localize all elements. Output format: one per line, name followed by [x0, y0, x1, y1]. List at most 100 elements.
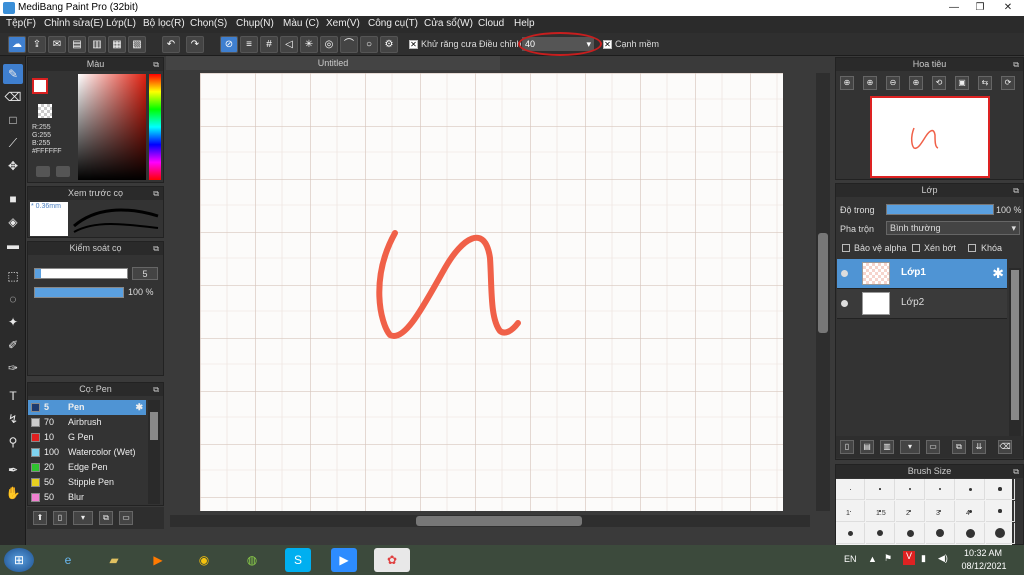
saturation-value-picker[interactable] — [78, 74, 146, 180]
brush-list-item[interactable]: 50 Stipple Pen — [28, 475, 146, 490]
brush-size-cell[interactable] — [866, 523, 895, 544]
smooth-checkbox[interactable]: ✕ — [603, 40, 612, 49]
brush-list-item[interactable]: 5 Pen ✱ — [28, 400, 146, 415]
bucket-tool-icon[interactable]: ◈ — [3, 212, 23, 232]
lock-checkbox[interactable] — [968, 244, 976, 252]
brush-size-cell[interactable] — [836, 479, 865, 500]
layer-row[interactable]: Lớp2 — [837, 289, 1007, 319]
brush-size-cell[interactable] — [956, 479, 985, 500]
comment-icon[interactable]: ✉ — [48, 36, 66, 53]
new-1bit-layer-icon[interactable]: ▥ — [880, 440, 894, 454]
new-layer-icon[interactable]: ▯ — [840, 440, 854, 454]
foreground-color-swatch[interactable] — [32, 78, 48, 94]
brush-size-cell[interactable] — [896, 479, 925, 500]
brush-menu-icon[interactable]: ▾ — [73, 511, 93, 525]
page-icon[interactable]: ▤ — [68, 36, 86, 53]
canvas-horizontal-scrollbar[interactable] — [170, 515, 810, 527]
brush-folder-icon[interactable]: ▭ — [119, 511, 133, 525]
drawing-canvas[interactable] — [200, 73, 783, 511]
coc-coc-icon[interactable]: ◍ — [236, 548, 268, 572]
parallel-snap-icon[interactable]: ≡ — [240, 36, 258, 53]
operation-tool-icon[interactable]: ↯ — [3, 409, 23, 429]
grid-snap-icon[interactable]: # — [260, 36, 278, 53]
brush-size-cell[interactable] — [836, 523, 865, 544]
flag-icon[interactable]: ⚑ — [884, 553, 892, 564]
brush-size-slider[interactable] — [34, 268, 128, 279]
brush-new-icon[interactable]: ▯ — [53, 511, 67, 525]
canvas-vertical-scrollbar[interactable] — [816, 73, 830, 511]
vietkey-icon[interactable]: V — [903, 551, 915, 565]
eyedropper-icon[interactable]: ⚲ — [3, 432, 23, 452]
brush-size-cell[interactable] — [926, 479, 955, 500]
dropper-icon[interactable]: ✒ — [3, 460, 23, 480]
brush-size-cell[interactable] — [926, 501, 955, 522]
brush-list-scrollbar[interactable] — [148, 400, 160, 504]
perspective-icon[interactable]: ◁ — [280, 36, 298, 53]
brush-copy-icon[interactable]: ⧉ — [99, 511, 113, 525]
menu-select[interactable]: Chọn(S) — [190, 18, 227, 29]
layer-row[interactable]: Lớp1 ✱ — [837, 259, 1007, 289]
folder-icon[interactable]: ▭ — [926, 440, 940, 454]
brush-opacity-slider[interactable] — [34, 287, 124, 298]
volume-icon[interactable]: ◀) — [938, 553, 948, 564]
undock-icon[interactable]: ⧉ — [1013, 184, 1019, 197]
internet-explorer-icon[interactable]: e — [52, 548, 84, 572]
palette-button[interactable] — [36, 166, 50, 177]
brush-size-cell[interactable] — [866, 479, 895, 500]
flip-icon[interactable]: ⇆ — [978, 76, 992, 90]
medibang-taskbar-icon[interactable]: ✿ — [374, 548, 410, 572]
new-halftone-layer-icon[interactable]: ▤ — [860, 440, 874, 454]
visibility-icon[interactable] — [841, 270, 848, 277]
menu-color[interactable]: Màu (C) — [283, 18, 319, 29]
select-pen-icon[interactable]: ✐ — [3, 335, 23, 355]
trash-icon[interactable]: ⌫ — [998, 440, 1012, 454]
menu-layer[interactable]: Lớp(L) — [106, 18, 136, 29]
cloud-icon[interactable]: ☁ — [8, 36, 26, 53]
palette-add-button[interactable] — [56, 166, 70, 177]
language-indicator[interactable]: EN — [844, 554, 857, 564]
layer-opacity-slider[interactable] — [886, 204, 994, 215]
brush-size-cell[interactable] — [836, 501, 865, 522]
reset-icon[interactable]: ⟳ — [1001, 76, 1015, 90]
fit-icon[interactable]: ▣ — [955, 76, 969, 90]
concentric-snap-icon[interactable]: ◎ — [320, 36, 338, 53]
zoom-in-icon[interactable]: ⊕ — [840, 76, 854, 90]
chrome-icon[interactable]: ◉ — [188, 548, 220, 572]
select-tool-icon[interactable]: ⬚ — [3, 266, 23, 286]
lasso-tool-icon[interactable]: ◌ — [3, 289, 23, 309]
redo-icon[interactable]: ↷ — [186, 36, 204, 53]
zoom-icon[interactable]: ▶ — [331, 548, 357, 572]
tray-arrow-icon[interactable]: ▲ — [868, 554, 877, 564]
blend-mode-select[interactable]: Bình thường ▾ — [886, 221, 1020, 235]
brush-list-item[interactable]: 20 Edge Pen — [28, 460, 146, 475]
menu-help[interactable]: Help — [514, 18, 535, 29]
settings-icon[interactable]: ⚙ — [380, 36, 398, 53]
menu-edit[interactable]: Chỉnh sửa(E) — [44, 18, 104, 29]
snap-off-icon[interactable]: ⊘ — [220, 36, 238, 53]
undock-icon[interactable]: ⧉ — [153, 242, 159, 255]
gear-icon[interactable]: ✱ — [992, 265, 1004, 282]
brush-list-item[interactable]: 50 Blur — [28, 490, 146, 505]
curve-snap-icon[interactable]: ⌒ — [340, 36, 358, 53]
fill-rect-icon[interactable]: ■ — [3, 189, 23, 209]
menu-filter[interactable]: Bộ lọc(R) — [143, 18, 185, 29]
line-tool-icon[interactable]: ⟋ — [3, 133, 23, 153]
eraser-tool-icon[interactable]: ⌫ — [3, 87, 23, 107]
media-player-icon[interactable]: ▶ — [142, 548, 174, 572]
add-layer-menu-icon[interactable]: ▾ — [900, 440, 920, 454]
select-eraser-icon[interactable]: ✑ — [3, 358, 23, 378]
brush-size-cell[interactable] — [896, 523, 925, 544]
undock-icon[interactable]: ⧉ — [1013, 58, 1019, 71]
circle-snap-icon[interactable]: ○ — [360, 36, 378, 53]
brush-list-item[interactable]: 10 G Pen — [28, 430, 146, 445]
move-tool-icon[interactable]: ✥ — [3, 156, 23, 176]
share-icon[interactable]: ⇪ — [28, 36, 46, 53]
undock-icon[interactable]: ⧉ — [1013, 465, 1019, 478]
antialias-checkbox[interactable]: ✕ — [409, 40, 418, 49]
undo-icon[interactable]: ↶ — [162, 36, 180, 53]
brush-size-value[interactable]: 5 — [132, 267, 158, 280]
document-icon[interactable]: ▥ — [88, 36, 106, 53]
visibility-icon[interactable] — [841, 300, 848, 307]
brush-size-cell[interactable] — [986, 501, 1015, 522]
undock-icon[interactable]: ⧉ — [153, 187, 159, 200]
